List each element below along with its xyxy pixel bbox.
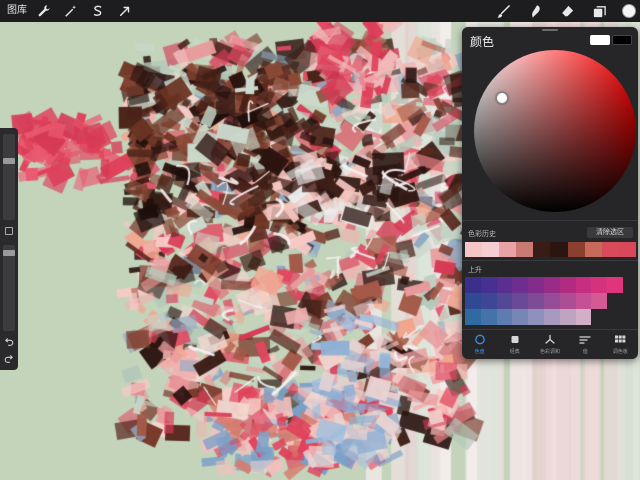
clear-history-button[interactable]: 清除选区 [587, 227, 633, 238]
palette-swatch[interactable] [559, 293, 576, 309]
tab-harmony[interactable]: 色彩调和 [532, 330, 567, 359]
palette-swatch[interactable] [465, 293, 481, 309]
palette-empty-slot [607, 309, 623, 325]
palette-swatch[interactable] [559, 277, 576, 293]
history-swatch[interactable] [482, 242, 500, 257]
palette-swatch[interactable] [496, 277, 513, 293]
color-history-label: 色彩历史 [468, 231, 496, 238]
history-swatch[interactable] [499, 242, 517, 257]
history-swatch[interactable] [533, 242, 551, 257]
palette-swatch[interactable] [591, 277, 608, 293]
palette-swatch[interactable] [480, 293, 497, 309]
gallery-button[interactable]: 图库 [0, 0, 35, 22]
color-palette [465, 277, 623, 325]
palette-swatch[interactable] [512, 293, 529, 309]
palette-swatch[interactable] [480, 309, 497, 325]
tab-label: 调色板 [612, 349, 628, 355]
brush-size-slider[interactable] [3, 134, 15, 220]
disc-icon [474, 334, 485, 345]
undo-button[interactable] [2, 335, 16, 349]
smudge-icon[interactable] [526, 2, 544, 20]
history-swatch[interactable] [465, 242, 483, 257]
palette-swatch[interactable] [496, 293, 513, 309]
selection-icon[interactable] [89, 2, 107, 20]
tab-label: 色盘 [474, 349, 485, 355]
color-disc-cursor[interactable] [496, 92, 508, 104]
panel-title: 颜色 [470, 35, 495, 49]
harmony-icon [545, 334, 555, 344]
brush-size-thumb[interactable] [3, 158, 15, 164]
transform-arrow-icon[interactable] [116, 2, 134, 20]
tab-label: 值 [582, 349, 588, 355]
palette-swatch[interactable] [465, 277, 481, 293]
palette-swatch[interactable] [543, 277, 560, 293]
palette-swatch[interactable] [528, 309, 544, 325]
palette-swatch[interactable] [528, 277, 544, 293]
tab-label: 经典 [509, 349, 520, 355]
brush-icon[interactable] [494, 2, 512, 20]
left-sidebar [0, 128, 18, 370]
history-swatch[interactable] [567, 242, 585, 257]
layers-icon[interactable] [590, 2, 608, 20]
panel-grabber[interactable] [542, 29, 558, 31]
palette-empty-slot [591, 309, 607, 325]
tab-sliders[interactable]: 值 [568, 330, 603, 359]
history-swatch[interactable] [601, 242, 619, 257]
palette-swatch[interactable] [575, 277, 592, 293]
history-swatch[interactable] [516, 242, 534, 257]
palette-swatch[interactable] [559, 309, 576, 325]
redo-button[interactable] [2, 352, 16, 366]
wrench-icon[interactable] [35, 2, 53, 20]
opacity-thumb[interactable] [3, 250, 15, 256]
palette-swatch[interactable] [575, 293, 592, 309]
divider [462, 220, 638, 221]
palette-swatch[interactable] [496, 309, 513, 325]
tab-grid[interactable]: 调色板 [603, 330, 638, 359]
eraser-icon[interactable] [558, 2, 576, 20]
palette-swatch[interactable] [465, 309, 481, 325]
palette-swatch[interactable] [591, 293, 608, 309]
history-swatch[interactable] [550, 242, 568, 257]
palette-swatch[interactable] [543, 309, 560, 325]
palette-label: 上升 [468, 267, 482, 274]
palette-swatch[interactable] [512, 309, 529, 325]
color-history [465, 242, 636, 257]
grid-icon [615, 335, 626, 343]
sliders-icon [579, 336, 591, 344]
opacity-slider[interactable] [3, 245, 15, 331]
palette-swatch[interactable] [512, 277, 529, 293]
divider [462, 260, 638, 261]
color-disc[interactable] [474, 50, 636, 212]
color-mode-tabs: 色盘 经典 色彩调和 值 调色板 [462, 330, 638, 359]
palette-swatch[interactable] [543, 293, 560, 309]
modify-button[interactable] [5, 227, 13, 235]
history-swatch[interactable] [584, 242, 602, 257]
tab-label: 色彩调和 [540, 349, 561, 355]
undo-icon [5, 338, 14, 346]
palette-swatch[interactable] [528, 293, 544, 309]
square-icon [511, 336, 519, 343]
magic-wand-icon[interactable] [62, 2, 80, 20]
palette-swatch[interactable] [607, 277, 623, 293]
tab-square[interactable]: 经典 [497, 330, 532, 359]
top-toolbar: 图库 [0, 0, 640, 22]
color-panel: 颜色 色彩历史 清除选区 上升 色盘 经典 色彩调和 值 调色板 [462, 27, 638, 359]
palette-swatch[interactable] [575, 309, 592, 325]
palette-swatch[interactable] [480, 277, 497, 293]
palette-empty-slot [607, 293, 623, 309]
tab-disc[interactable]: 色盘 [462, 330, 497, 359]
secondary-color-swatch[interactable] [612, 35, 632, 45]
redo-icon [4, 355, 13, 363]
current-color-button[interactable] [622, 4, 636, 18]
primary-color-swatch[interactable] [590, 35, 610, 45]
history-swatch[interactable] [618, 242, 636, 257]
